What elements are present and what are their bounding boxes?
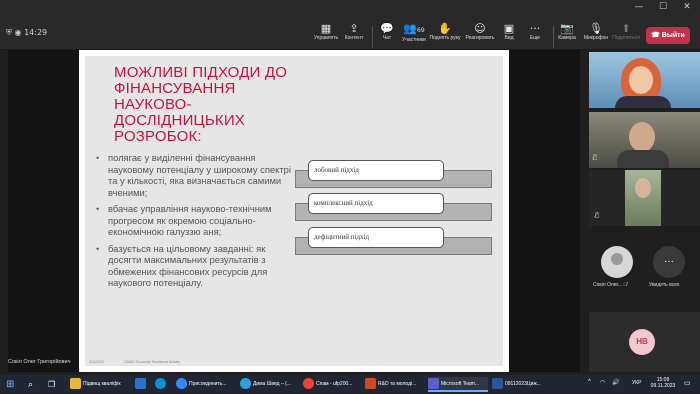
teams-icon bbox=[428, 378, 439, 390]
more-button[interactable]: ··· Еще bbox=[518, 22, 552, 41]
volume-icon[interactable]: 🔊 bbox=[612, 379, 619, 386]
windows-taskbar: ⊞ ⌕ ❐ Підвищ кваліфік Присоединить... Ди… bbox=[0, 375, 700, 394]
task-view-icon[interactable]: ❐ bbox=[48, 377, 55, 392]
mail-icon bbox=[135, 378, 146, 390]
taskbar-item-edge[interactable] bbox=[155, 377, 168, 392]
approach-box-deficit: дефіцитний підхід bbox=[308, 227, 444, 248]
powerpoint-icon bbox=[365, 378, 376, 390]
people-icon: 👥 bbox=[403, 22, 418, 35]
taskbar-item-teams[interactable]: Microsoft Team... bbox=[428, 377, 488, 392]
taskbar-item-word[interactable]: 09112023Циж... bbox=[492, 377, 541, 392]
approach-box-complex: комплексний підхід bbox=[308, 193, 444, 214]
mic-off-icon: 🎙̸ bbox=[593, 154, 597, 161]
taskbar-item-folder[interactable]: Підвищ кваліфік bbox=[70, 377, 121, 392]
content-icon: ⇪ bbox=[349, 22, 359, 35]
maximize-icon[interactable]: ☐ bbox=[656, 1, 670, 13]
share-icon: ⬆ bbox=[621, 22, 631, 35]
taskbar-item-chrome[interactable]: Спам - ufp200... bbox=[303, 377, 352, 392]
meeting-info: ⛨ ◉ 14:29 bbox=[6, 28, 47, 38]
search-icon[interactable]: ⌕ bbox=[28, 377, 33, 392]
mic-off-icon: 🎙̸ bbox=[595, 212, 599, 219]
slide-bullet-list: полягає у виділенні фінансування науково… bbox=[96, 152, 292, 294]
more-icon: ··· bbox=[529, 22, 541, 35]
participants-button[interactable]: 👥69 Участники bbox=[397, 22, 431, 43]
notification-icon[interactable]: ▭ bbox=[684, 379, 691, 387]
slide-footer-text: USAID Economic Resilience Activity bbox=[124, 360, 181, 364]
participant-video-tile[interactable]: 🎙̸ bbox=[589, 112, 700, 168]
participant-body bbox=[615, 96, 671, 108]
participant-name: Сокіл Олег... 🎙̸ bbox=[593, 282, 628, 288]
participant-body bbox=[617, 150, 669, 168]
avatar bbox=[601, 246, 633, 278]
phone-icon: ☎ bbox=[651, 32, 660, 39]
slide-footer-date: 9/11/2023 bbox=[89, 360, 105, 364]
mic-off-icon: 🎙̸ bbox=[623, 282, 628, 288]
word-icon bbox=[492, 378, 503, 390]
participant-face bbox=[635, 178, 651, 198]
record-icon: ◉ bbox=[14, 28, 22, 37]
more-participants-icon[interactable]: ··· bbox=[653, 246, 685, 278]
hand-icon: ✋ bbox=[438, 22, 452, 35]
participant-avatar-tile[interactable]: Сокіл Олег... 🎙̸ ··· Увидеть всех bbox=[589, 236, 700, 294]
slide-bullet: полягає у виділенні фінансування науково… bbox=[96, 152, 292, 198]
participant-face bbox=[629, 66, 653, 94]
microphone-button[interactable]: 🎙 Микрофон bbox=[579, 22, 613, 41]
slide-bullet: вбачає управління науково-технічним прог… bbox=[96, 203, 292, 238]
presenter-name-label: Сокіл Олег Григорійович bbox=[8, 359, 71, 365]
taskbar-item-mail[interactable] bbox=[135, 377, 148, 392]
participant-video-tile[interactable]: 🎙̸ bbox=[589, 170, 700, 226]
slide-title: МОЖЛИВІ ПІДХОДИ ДО ФІНАНСУВАННЯ НАУКОВО-… bbox=[114, 64, 288, 145]
shield-icon: ⛨ bbox=[6, 28, 12, 37]
network-icon[interactable]: ◠ bbox=[600, 379, 605, 386]
close-icon[interactable]: ✕ bbox=[680, 1, 694, 13]
tray-chevron-icon[interactable]: ^ bbox=[588, 379, 591, 385]
chrome-icon bbox=[303, 378, 314, 390]
microphone-off-icon: 🎙 bbox=[589, 22, 603, 35]
participant-face bbox=[629, 122, 655, 152]
share-button[interactable]: ⬆ Поделиться bbox=[609, 22, 643, 41]
taskbar-clock[interactable]: 15:09 09.11.2023 bbox=[648, 377, 678, 389]
raise-hand-button[interactable]: ✋ Поднять руку bbox=[428, 22, 462, 41]
minimize-icon[interactable]: — bbox=[632, 1, 646, 13]
taskbar-item-document[interactable]: R&D та молоді... bbox=[365, 377, 416, 392]
participant-video-tile[interactable] bbox=[589, 52, 700, 108]
approach-box-frontal: лобовий підхід bbox=[308, 160, 444, 181]
language-indicator[interactable]: УКР bbox=[632, 380, 641, 386]
see-all-link[interactable]: Увидеть всех bbox=[649, 282, 679, 288]
meeting-toolbar: ⛨ ◉ 14:29 ▦ Управлять ⇪ Контент 💬 Чат 👥6… bbox=[0, 14, 700, 50]
taskbar-item-zoom[interactable]: Присоединить... bbox=[176, 377, 227, 392]
meeting-time: 14:29 bbox=[24, 28, 48, 37]
edge-icon bbox=[155, 378, 166, 390]
zoom-icon bbox=[176, 378, 187, 390]
person-icon bbox=[611, 253, 623, 265]
telegram-icon bbox=[240, 378, 251, 390]
folder-icon bbox=[70, 378, 81, 390]
window-titlebar: — ☐ ✕ bbox=[0, 0, 700, 14]
windows-start-icon[interactable]: ⊞ bbox=[6, 377, 14, 392]
taskbar-item-telegram[interactable]: Дима Швед – (... bbox=[240, 377, 291, 392]
participant-avatar-tile[interactable]: НВ bbox=[589, 312, 700, 372]
content-button[interactable]: ⇪ Контент bbox=[337, 22, 371, 41]
avatar: НВ bbox=[629, 329, 655, 355]
participants-count: 69 bbox=[417, 27, 425, 34]
slide-bullet: базується на цільовому завданні: як дося… bbox=[96, 243, 292, 289]
leave-button[interactable]: ☎ Выйти bbox=[646, 27, 690, 44]
